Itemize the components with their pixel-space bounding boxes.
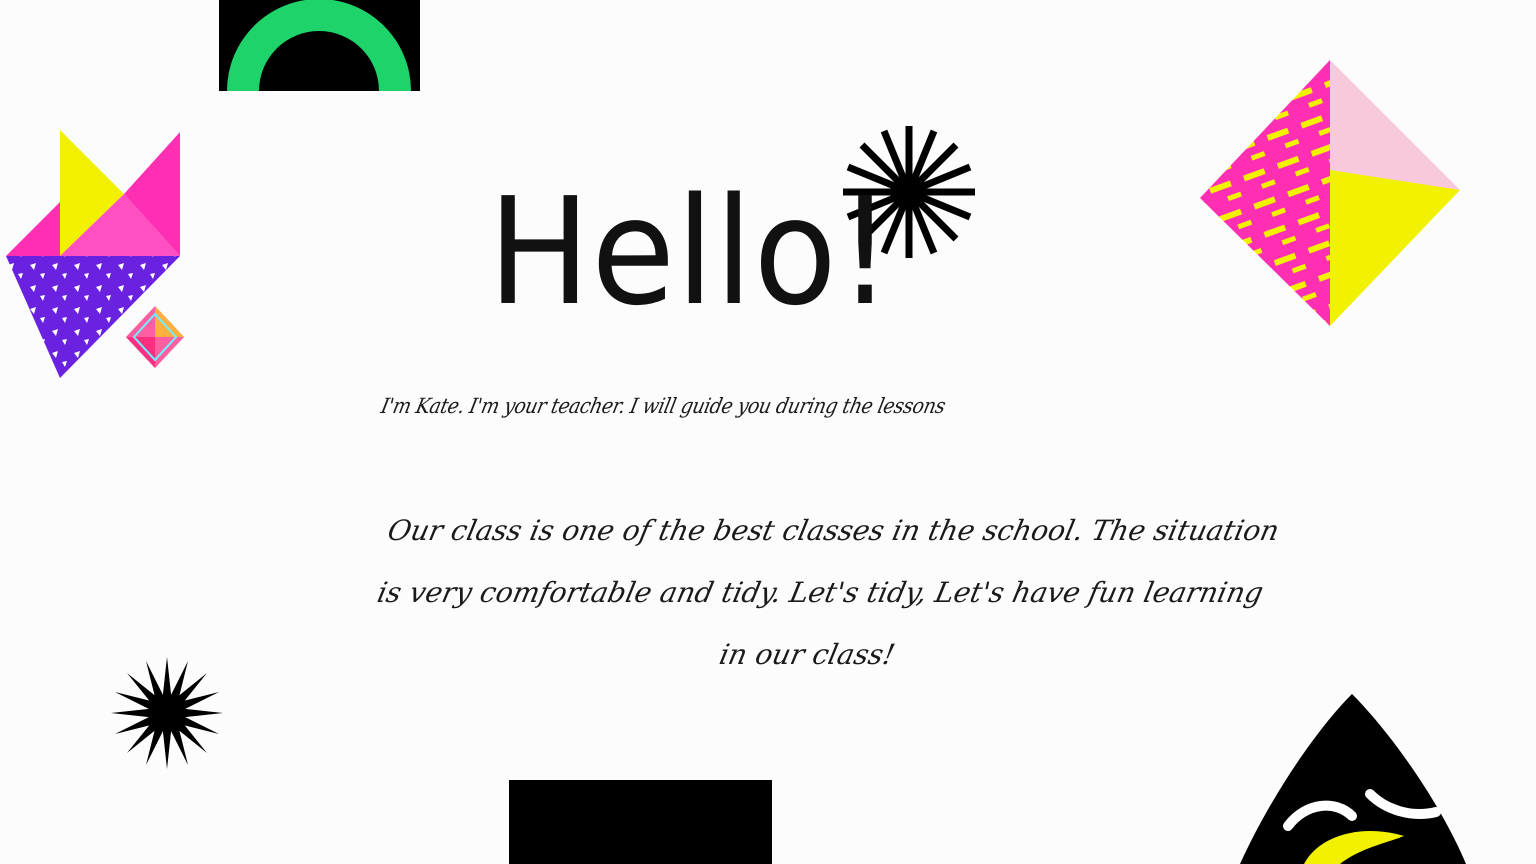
body-text: Our class is one of the best classes in … — [374, 514, 1283, 671]
green-arch-icon — [219, 0, 420, 91]
intro-text: I'm Kate. I'm your teacher. I will guide… — [378, 394, 948, 418]
small-diamond-icon — [126, 306, 184, 368]
slide-canvas: Hello! I'm Kate. I'm your teacher. I wil… — [0, 0, 1536, 864]
black-cone-face-icon — [1240, 694, 1466, 864]
small-starburst-icon — [111, 657, 223, 769]
page-title: Hello! — [488, 166, 894, 338]
black-rectangle — [509, 780, 772, 864]
pattern-diamond-icon — [1200, 60, 1460, 326]
